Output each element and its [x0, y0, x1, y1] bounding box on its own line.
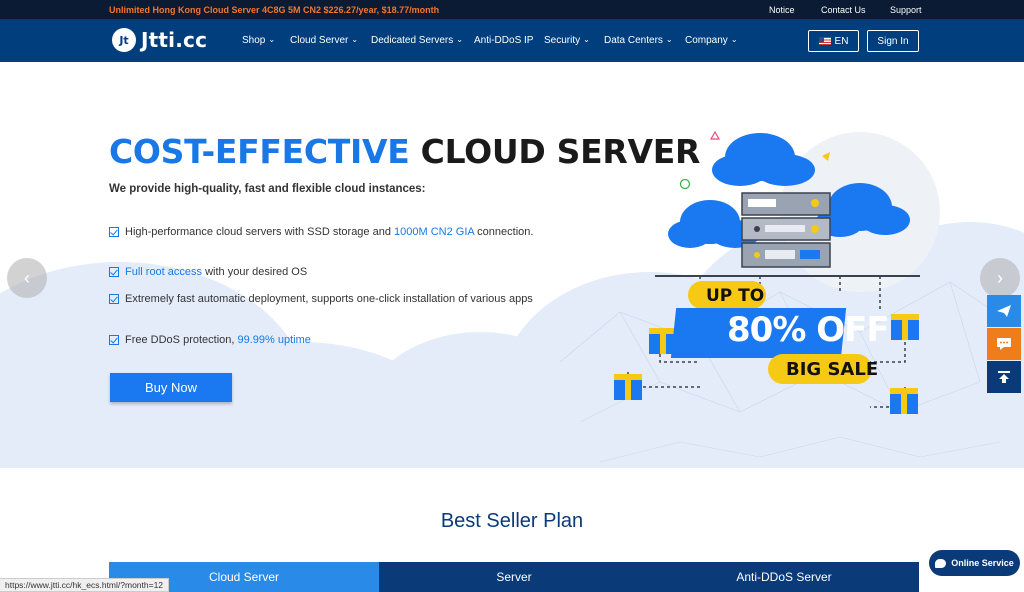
feature-text-part: with your desired OS	[202, 266, 308, 278]
nav-company[interactable]: Company ⌄	[685, 35, 738, 46]
chevron-down-icon: ⌄	[456, 35, 463, 44]
sign-in-button[interactable]: Sign In	[867, 30, 919, 52]
chevron-down-icon: ⌄	[583, 35, 590, 44]
chevron-down-icon: ⌄	[268, 35, 276, 44]
notice-link[interactable]: Notice	[769, 5, 795, 15]
language-label: EN	[834, 35, 849, 47]
contact-us-link[interactable]: Contact Us	[821, 5, 866, 15]
carousel-next-arrow-icon[interactable]: ›	[980, 258, 1020, 298]
logo[interactable]: Jt Jtti.cc	[112, 28, 207, 52]
checkbox-icon	[109, 335, 119, 345]
nav-security[interactable]: Security ⌄	[544, 35, 590, 46]
feature-text: Extremely fast automatic deployment, sup…	[125, 293, 533, 305]
checkbox-icon	[109, 227, 119, 237]
arrow-up-icon	[998, 371, 1010, 383]
discount-label: 80% OFF	[727, 310, 890, 350]
best-seller-title: Best Seller Plan	[440, 510, 584, 532]
buy-now-button[interactable]: Buy Now	[110, 373, 232, 402]
nav-cloud-server-label: Cloud Server	[290, 35, 349, 46]
plan-tabs: Cloud Server Server Anti-DDoS Server	[109, 562, 919, 592]
tab-server[interactable]: Server	[379, 562, 649, 592]
back-to-top-button[interactable]	[987, 361, 1021, 393]
tab-anti-ddos-server[interactable]: Anti-DDoS Server	[649, 562, 919, 592]
nav-anti-ddos-ip-label: Anti-DDoS IP	[474, 35, 534, 46]
checkbox-icon	[109, 267, 119, 277]
nav-anti-ddos-ip[interactable]: Anti-DDoS IP	[474, 35, 533, 46]
feature-text: Full root access with your desired OS	[125, 266, 307, 278]
feature-text-part: Free DDoS protection,	[125, 334, 238, 346]
online-service-label: Online Service	[951, 558, 1014, 568]
chevron-down-icon: ⌄	[730, 35, 738, 44]
big-sale-label: BIG SALE	[786, 359, 879, 380]
chevron-down-icon: ⌄	[665, 35, 673, 44]
chevron-down-icon: ⌄	[351, 35, 359, 44]
hero-title: COST-EFFECTIVE CLOUD SERVER	[109, 132, 700, 171]
nav-dedicated-servers-label: Dedicated Servers	[371, 35, 454, 46]
us-flag-icon	[818, 37, 831, 45]
feature-item: Full root access with your desired OS	[109, 266, 307, 278]
nav-cloud-server[interactable]: Cloud Server ⌄	[290, 35, 358, 46]
browser-status-url: https://www.jtti.cc/hk_ecs.html/?month=1…	[0, 578, 170, 592]
nav-data-centers-label: Data Centers	[604, 35, 663, 46]
up-to-label: UP TO	[706, 286, 765, 306]
language-button[interactable]: EN	[808, 30, 859, 52]
send-message-button[interactable]	[987, 295, 1021, 327]
nav-shop[interactable]: Shop ⌄	[242, 35, 275, 46]
feature-text-part: High-performance cloud servers with SSD …	[125, 226, 395, 238]
hero-banner: UP TO 80% OFF BIG SALE COST-EFFECTIVE CL…	[0, 62, 1024, 468]
checkbox-icon	[109, 294, 119, 304]
nav-security-label: Security	[544, 35, 581, 46]
chat-bubble-icon	[997, 338, 1011, 350]
online-service-button[interactable]: Online Service	[929, 550, 1020, 576]
feature-highlight-link[interactable]: Full root access	[125, 266, 202, 278]
logo-mark: Jt	[112, 28, 136, 52]
feature-text: Free DDoS protection, 99.99% uptime	[125, 334, 311, 346]
nav-dedicated-servers[interactable]: Dedicated Servers ⌄	[371, 35, 463, 46]
feature-highlight-link[interactable]: 1000M CN2 GIA	[394, 226, 474, 238]
nav-shop-label: Shop	[242, 35, 266, 46]
paper-plane-icon	[997, 305, 1011, 317]
nav-data-centers[interactable]: Data Centers ⌄	[604, 35, 673, 46]
chat-button[interactable]	[987, 328, 1021, 360]
hero-title-dark: CLOUD SERVER	[420, 132, 701, 171]
feature-item: Extremely fast automatic deployment, sup…	[109, 293, 533, 305]
feature-text-part: connection.	[474, 226, 534, 238]
nav-company-label: Company	[685, 35, 728, 46]
hero-title-accent: COST-EFFECTIVE	[109, 132, 410, 171]
main-nav: Jt Jtti.cc Shop ⌄ Cloud Server ⌄ Dedicated…	[0, 20, 1024, 62]
chat-bubble-icon	[935, 558, 947, 568]
hero-background	[0, 130, 1024, 468]
feature-item: High-performance cloud servers with SSD …	[109, 226, 533, 238]
feature-text: High-performance cloud servers with SSD …	[125, 226, 533, 238]
top-bar: Unlimited Hong Kong Cloud Server 4C8G 5M…	[0, 0, 1024, 20]
support-link[interactable]: Support	[890, 5, 922, 15]
hero-subtitle: We provide high-quality, fast and flexib…	[109, 183, 426, 195]
promo-link[interactable]: Unlimited Hong Kong Cloud Server 4C8G 5M…	[109, 5, 439, 15]
logo-text: Jtti.cc	[141, 28, 208, 52]
carousel-prev-arrow-icon[interactable]: ‹	[7, 258, 47, 298]
feature-item: Free DDoS protection, 99.99% uptime	[109, 334, 311, 346]
feature-highlight-link[interactable]: 99.99% uptime	[238, 334, 311, 346]
